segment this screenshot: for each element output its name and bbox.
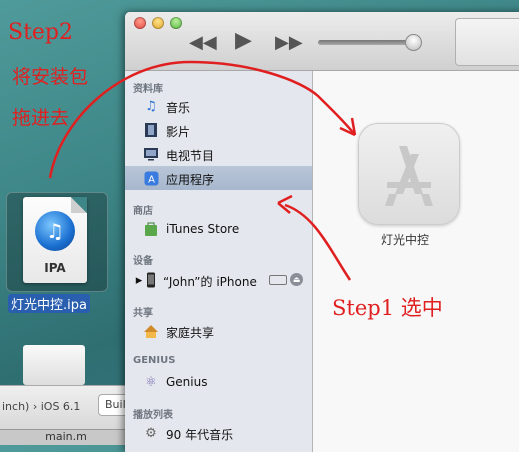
xcode-device-label[interactable]: inch) › iOS 6.1: [2, 400, 80, 413]
shared-header: 共享: [133, 308, 153, 319]
sidebar-item-label: 家庭共享: [166, 326, 215, 340]
sidebar-item-label: 影片: [166, 125, 191, 139]
devices-header: 设备: [133, 256, 153, 267]
sidebar-item-label: 应用程序: [166, 173, 215, 187]
second-file-icon[interactable]: [23, 345, 85, 385]
ipa-file-icon[interactable]: ♫ IPA: [23, 197, 87, 283]
shopping-bag-icon: [143, 221, 159, 237]
itunes-note-icon: ♫: [35, 211, 75, 251]
iphone-icon: [143, 272, 159, 288]
playlists-header: 播放列表: [133, 410, 173, 421]
sidebar-item-label: 音乐: [166, 101, 191, 115]
app-list-area: 灯光中控: [313, 71, 519, 452]
app-name-label: 灯光中控: [381, 233, 430, 247]
minimize-icon[interactable]: [152, 17, 164, 29]
itunes-window: ◀◀ ▶ ▶▶ 资料库 ♫ 音乐 影片 电视节目 A 应用程序 商店 iTune…: [125, 12, 519, 452]
genius-header: GENIUS: [133, 355, 176, 366]
step2-line1: 将安装包: [12, 66, 89, 88]
sidebar-item-label: 90 年代音乐: [166, 428, 234, 442]
app-store-icon: A: [143, 170, 159, 186]
film-icon: [143, 122, 159, 138]
sidebar-item-label: “John”的 iPhone: [163, 275, 257, 289]
eject-icon[interactable]: ⏏: [290, 273, 303, 286]
play-icon[interactable]: ▶: [235, 28, 252, 53]
sidebar-item-label: 电视节目: [166, 149, 215, 163]
ipa-badge: IPA: [44, 261, 66, 275]
svg-text:A: A: [148, 174, 155, 185]
music-note-icon: ♫: [145, 98, 157, 114]
itunes-titlebar: ◀◀ ▶ ▶▶: [125, 12, 519, 71]
volume-slider[interactable]: [318, 40, 413, 45]
sidebar-item-music[interactable]: ♫ 音乐: [125, 94, 312, 118]
step2-title: Step2: [8, 20, 74, 45]
rewind-icon[interactable]: ◀◀: [189, 32, 217, 53]
step1-label: Step1 选中: [332, 296, 443, 320]
store-header: 商店: [133, 206, 153, 217]
app-store-glyph-icon: [385, 146, 433, 206]
sidebar-item-90s-music[interactable]: ⚙ 90 年代音乐: [125, 421, 312, 445]
sidebar-item-label: iTunes Store: [166, 222, 240, 236]
volume-knob[interactable]: [405, 34, 422, 51]
gear-icon: ⚙: [145, 425, 157, 441]
close-icon[interactable]: [134, 17, 146, 29]
sidebar-item-tv-shows[interactable]: 电视节目: [125, 142, 312, 166]
sidebar-item-iphone[interactable]: ▸ “John”的 iPhone ⏏: [125, 268, 312, 292]
xcode-toolbar: inch) › iOS 6.1 Buil: [0, 385, 146, 430]
tv-icon: [143, 146, 159, 162]
genius-atom-icon: ⚛: [145, 374, 157, 390]
battery-icon: [269, 275, 287, 285]
app-tile[interactable]: [358, 123, 460, 225]
sidebar-item-itunes-store[interactable]: iTunes Store: [125, 217, 312, 241]
step2-line2: 拖进去: [12, 107, 70, 129]
sidebar-item-movies[interactable]: 影片: [125, 118, 312, 142]
sidebar-item-genius[interactable]: ⚛ Genius: [125, 370, 312, 394]
home-icon: [143, 323, 159, 339]
file-name-label[interactable]: 灯光中控.ipa: [8, 294, 90, 313]
sidebar-item-label: Genius: [166, 375, 208, 389]
sidebar-item-home-sharing[interactable]: 家庭共享: [125, 319, 312, 343]
sidebar: 资料库 ♫ 音乐 影片 电视节目 A 应用程序 商店 iTunes Store …: [125, 71, 313, 452]
fast-forward-icon[interactable]: ▶▶: [275, 32, 303, 53]
sidebar-item-apps[interactable]: A 应用程序: [125, 166, 312, 190]
library-header: 资料库: [133, 84, 163, 95]
xcode-file-tab[interactable]: main.m: [0, 429, 132, 445]
status-display: [455, 18, 519, 66]
zoom-icon[interactable]: [170, 17, 182, 29]
